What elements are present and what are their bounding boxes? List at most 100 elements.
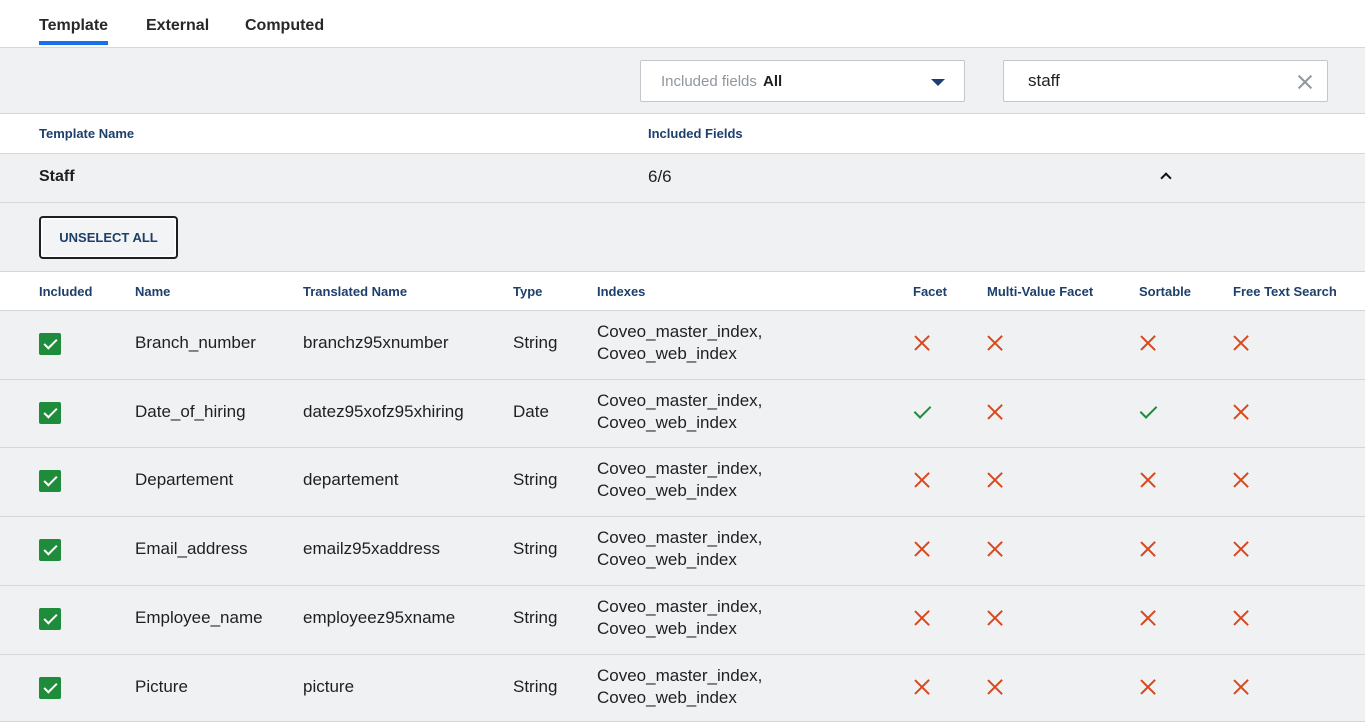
close-icon[interactable]: [1294, 71, 1316, 93]
column-header-type[interactable]: Type: [513, 284, 542, 299]
sortable-cross-icon: [1138, 333, 1158, 353]
filter-bar: Included fields All: [0, 48, 1365, 114]
tab-bar: Template External Computed: [0, 0, 1365, 48]
field-translated-name: datez95xofz95xhiring: [303, 402, 464, 421]
field-translated-name: emailz95xaddress: [303, 539, 441, 558]
field-index-primary: Coveo_master_index,: [597, 322, 763, 341]
table-row[interactable]: Branch_number branchz95xnumber String Coveo…: [0, 311, 1365, 380]
included-checkbox[interactable]: [39, 539, 61, 561]
free-text-search-cross-icon: [1231, 402, 1251, 422]
free-text-search-cross-icon: [1231, 539, 1251, 559]
included-fields-label: Included fields: [661, 73, 757, 90]
field-translated-name: employeez95xname: [303, 608, 456, 627]
multi-value-facet-cross-icon: [985, 608, 1005, 628]
column-header-included[interactable]: Included: [39, 284, 92, 299]
field-index-secondary: Coveo_web_index: [597, 619, 737, 638]
column-header-multi-value-facet[interactable]: Multi-Value Facet: [987, 284, 1093, 299]
tab-computed[interactable]: Computed: [245, 17, 324, 35]
field-index-primary: Coveo_master_index,: [597, 666, 763, 685]
included-checkbox[interactable]: [39, 402, 61, 424]
multi-value-facet-cross-icon: [985, 539, 1005, 559]
field-indexes: Coveo_master_index, Coveo_web_index: [597, 596, 762, 640]
column-header-translated-name[interactable]: Translated Name: [303, 284, 407, 299]
tab-external[interactable]: External: [146, 17, 209, 35]
field-index-secondary: Coveo_web_index: [597, 344, 737, 363]
column-header-name[interactable]: Name: [135, 284, 170, 299]
included-fields-count: 6/6: [648, 167, 672, 186]
facet-cross-icon: [912, 333, 932, 353]
column-header-included-fields[interactable]: Included Fields: [648, 126, 743, 141]
field-name: Branch_number: [135, 333, 256, 352]
search-input[interactable]: [1028, 70, 1278, 92]
included-fields-value: All: [763, 73, 783, 90]
field-index-secondary: Coveo_web_index: [597, 481, 737, 500]
template-name: Staff: [39, 168, 75, 185]
facet-cross-icon: [912, 677, 932, 697]
field-indexes: Coveo_master_index, Coveo_web_index: [597, 321, 762, 365]
field-name: Departement: [135, 470, 234, 489]
included-checkbox[interactable]: [39, 470, 61, 492]
column-header-indexes[interactable]: Indexes: [597, 284, 645, 299]
unselect-all-button[interactable]: UNSELECT ALL: [40, 217, 177, 258]
multi-value-facet-cross-icon: [985, 470, 1005, 490]
field-type: String: [513, 539, 558, 558]
free-text-search-cross-icon: [1231, 608, 1251, 628]
field-type: String: [513, 608, 558, 627]
sortable-cross-icon: [1138, 539, 1158, 559]
included-checkbox[interactable]: [39, 333, 61, 355]
table-row[interactable]: Picture picture String Coveo_master_index, C…: [0, 655, 1365, 722]
field-name: Email_address: [135, 539, 248, 558]
sortable-cross-icon: [1138, 608, 1158, 628]
included-checkbox[interactable]: [39, 608, 61, 630]
field-translated-name: branchz95xnumber: [303, 333, 449, 352]
facet-cross-icon: [912, 539, 932, 559]
action-bar: UNSELECT ALL: [0, 203, 1365, 272]
field-index-primary: Coveo_master_index,: [597, 391, 763, 410]
search-box: [1003, 60, 1328, 102]
free-text-search-cross-icon: [1231, 333, 1251, 353]
table-row[interactable]: Date_of_hiring datez95xofz95xhiring Date Co…: [0, 380, 1365, 448]
field-indexes: Coveo_master_index, Coveo_web_index: [597, 458, 762, 502]
included-checkbox[interactable]: [39, 677, 61, 699]
field-index-primary: Coveo_master_index,: [597, 597, 763, 616]
field-name: Picture: [135, 677, 188, 696]
table-row[interactable]: Departement departement String Coveo_master…: [0, 448, 1365, 517]
multi-value-facet-cross-icon: [985, 677, 1005, 697]
table-row[interactable]: Email_address emailz95xaddress String Coveo…: [0, 517, 1365, 586]
template-row[interactable]: Staff 6/6: [0, 154, 1365, 203]
field-index-primary: Coveo_master_index,: [597, 528, 763, 547]
multi-value-facet-cross-icon: [985, 402, 1005, 422]
included-fields-select[interactable]: Included fields All: [640, 60, 965, 102]
free-text-search-cross-icon: [1231, 470, 1251, 490]
field-index-secondary: Coveo_web_index: [597, 688, 737, 707]
multi-value-facet-cross-icon: [985, 333, 1005, 353]
field-type: String: [513, 677, 558, 696]
free-text-search-cross-icon: [1231, 677, 1251, 697]
field-indexes: Coveo_master_index, Coveo_web_index: [597, 527, 762, 571]
field-index-primary: Coveo_master_index,: [597, 459, 763, 478]
facet-check-icon: [912, 402, 932, 422]
column-header-facet[interactable]: Facet: [913, 284, 947, 299]
field-index-secondary: Coveo_web_index: [597, 550, 737, 569]
column-header-sortable[interactable]: Sortable: [1139, 284, 1191, 299]
facet-cross-icon: [912, 470, 932, 490]
field-name: Date_of_hiring: [135, 402, 246, 421]
chevron-up-icon[interactable]: [1158, 169, 1174, 185]
field-translated-name: picture: [303, 677, 355, 696]
field-type: String: [513, 333, 558, 352]
field-type: Date: [513, 402, 549, 421]
facet-cross-icon: [912, 608, 932, 628]
column-header-free-text-search[interactable]: Free Text Search: [1233, 284, 1337, 299]
tab-template[interactable]: Template: [39, 17, 109, 45]
sortable-cross-icon: [1138, 470, 1158, 490]
column-header-template-name[interactable]: Template Name: [39, 126, 134, 141]
chevron-down-icon: [931, 79, 945, 86]
fields-table-header: Included Name Translated Name Type Index…: [0, 272, 1365, 311]
table-row[interactable]: Employee_name employeez95xname String Coveo…: [0, 586, 1365, 655]
field-name: Employee_name: [135, 608, 263, 627]
field-indexes: Coveo_master_index, Coveo_web_index: [597, 390, 762, 434]
sortable-check-icon: [1138, 402, 1158, 422]
field-indexes: Coveo_master_index, Coveo_web_index: [597, 665, 762, 709]
field-type: String: [513, 470, 558, 489]
template-table-header: Template Name Included Fields: [0, 114, 1365, 154]
